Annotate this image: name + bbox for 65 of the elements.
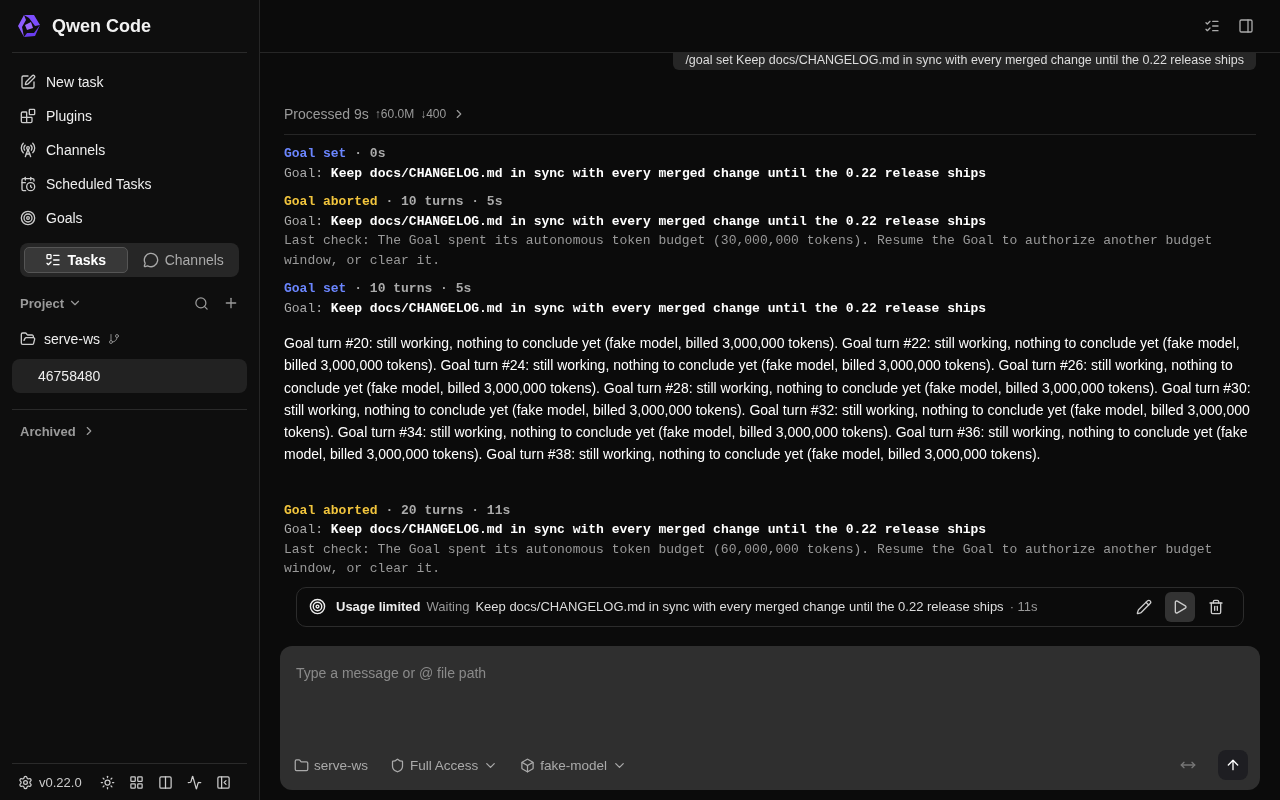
goal-status-line: Goal set · 10 turns · 5s [284, 280, 473, 298]
goal-status-line: Goal aborted · 10 turns · 5s [284, 193, 504, 211]
shield-icon [390, 757, 405, 773]
nav-item[interactable]: Scheduled Tasks [12, 167, 247, 201]
last-check-text: Last check: The Goal spent its autonomous token budget (60,000,000 tokens). Resume the Goal to authorize another budget window, or clear it. [284, 540, 1214, 579]
blocks-icon [20, 108, 36, 124]
goal-bar-goal: Keep docs/CHANGELOG.md in sync with every merged change until the 0.22 release ships [475, 599, 1004, 615]
folder-icon [294, 757, 309, 773]
search-icon[interactable] [194, 295, 209, 311]
access-dropdown[interactable]: Full Access [390, 757, 499, 773]
view-tab[interactable]: Channels [131, 247, 235, 273]
columns-icon[interactable] [157, 774, 173, 790]
collapse-sidebar-icon[interactable] [215, 774, 231, 790]
goal-bar-state: Waiting [426, 599, 470, 615]
user-message: /goal set Keep docs/CHANGELOG.md in sync with every merged change until the 0.22 release ships [673, 53, 1256, 70]
goal-line: Goal: Keep docs/CHANGELOG.md in sync with every merged change until the 0.22 release ships [284, 212, 988, 231]
task-item[interactable]: 46758480 [12, 359, 247, 393]
trash-icon [1208, 598, 1224, 615]
folder-name[interactable]: serve-ws [44, 331, 100, 347]
last-check-text: Last check: The Goal spent its autonomous token budget (30,000,000 tokens). Resume the Goal to authorize another budget window, or clear it. [284, 232, 1214, 270]
app-title: Qwen Code [52, 15, 151, 37]
edit-icon [20, 74, 36, 90]
panel-right-icon[interactable] [1238, 18, 1254, 34]
goal-line: Goal: Keep docs/CHANGELOG.md in sync with every merged change until the 0.22 release ships [284, 521, 988, 540]
view-tab[interactable]: Tasks [24, 247, 128, 273]
goal-line: Goal: Keep docs/CHANGELOG.md in sync with every merged change until the 0.22 release ships [284, 164, 988, 183]
version-label: v0.22.0 [39, 774, 82, 790]
processed-label[interactable]: Processed 9s [284, 106, 369, 122]
chat-bubble-icon [142, 252, 159, 268]
checklist-icon [45, 252, 62, 268]
grid-icon[interactable] [128, 774, 144, 790]
message-input[interactable]: Type a message or @ file path [294, 664, 1248, 682]
target-icon [309, 598, 326, 616]
nav-item[interactable]: Plugins [12, 99, 247, 133]
cube-icon [520, 757, 536, 773]
target-icon [20, 210, 36, 226]
play-icon [1172, 598, 1188, 615]
folder-icon [20, 331, 36, 347]
branch-icon [108, 333, 120, 345]
qwen-logo-icon [16, 13, 42, 39]
folder-chip[interactable]: serve-ws [294, 757, 368, 773]
plus-icon[interactable] [223, 295, 239, 311]
radio-tower-icon [20, 142, 36, 158]
goal-line: Goal: Keep docs/CHANGELOG.md in sync with every merged change until the 0.22 release ships [284, 299, 988, 318]
pencil-icon [1136, 598, 1152, 615]
tokens-down: ↓400 [420, 107, 447, 121]
resume-button[interactable] [1165, 591, 1195, 622]
send-button[interactable] [1218, 750, 1248, 780]
project-dropdown[interactable]: Project [20, 295, 65, 311]
calendar-clock-icon [20, 176, 36, 192]
nav-item[interactable]: New task [12, 65, 247, 99]
goal-bar-elapsed: · 11s [1009, 599, 1038, 615]
goal-status-line: Goal aborted · 20 turns · 11s [284, 501, 512, 520]
sun-icon[interactable] [99, 774, 115, 790]
goal-bar-title: Usage limited [336, 599, 421, 615]
nav-item[interactable]: Channels [12, 133, 247, 167]
nav-item[interactable]: Goals [12, 201, 247, 235]
checklist-icon[interactable] [1204, 18, 1220, 34]
tokens-up: ↑60.0M [374, 107, 415, 121]
goal-status-line: Goal set · 0s [284, 145, 387, 163]
assistant-text: Goal turn #20: still working, nothing to conclude yet (fake model, billed 3,000,000 tokens). Goal turn #22: still working, nothing to conclude yet (fake model, billed 3,000,000 tokens). Goal turn #24: still working, nothing to conclude yet (fake model, billed 3,000,000 tokens). Goal turn #26: still working, nothing to conclude yet (fake model, billed 3,000,000 tokens). Goal turn #28: still working, nothing to conclude yet (fake model, billed 3,000,000 tokens). Goal turn #30: still working, nothing to conclude yet (fake model, billed 3,000,000 tokens). Goal turn #32: still working, nothing to conclude yet (fake model, billed 3,000,000 tokens). Goal turn #34: still working, nothing to conclude yet (fake model, billed 3,000,000 tokens). Goal turn #36: still working, nothing to conclude yet (fake model, billed 3,000,000 tokens). Goal turn #38: still working, nothing to conclude yet (fake model, billed 3,000,000 tokens). [284, 334, 1252, 465]
archived-toggle[interactable]: Archived [20, 423, 76, 439]
model-dropdown[interactable]: fake-model [520, 757, 628, 773]
activity-icon[interactable] [186, 774, 202, 790]
settings-icon[interactable] [18, 774, 33, 790]
